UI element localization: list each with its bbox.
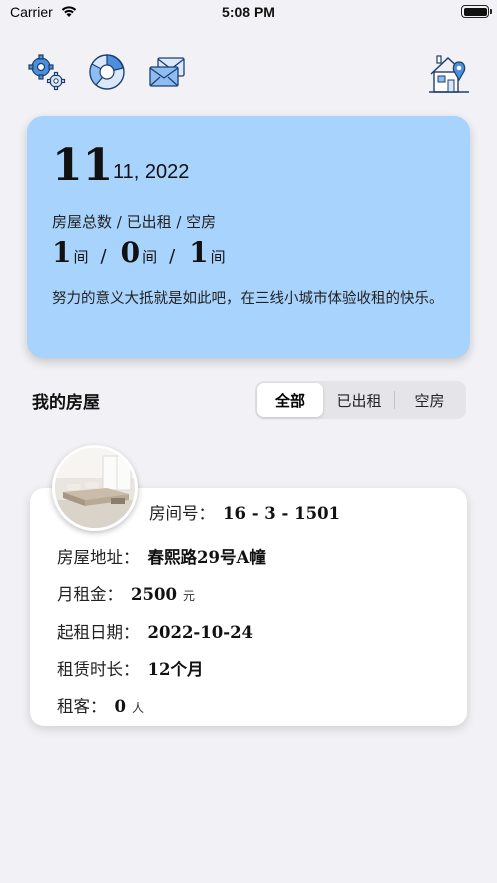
tenant-value: 0	[114, 697, 126, 716]
room-photo-image	[55, 448, 135, 528]
total-count: 1	[52, 236, 72, 269]
vacant-count: 1	[189, 236, 209, 269]
total-unit: 间	[73, 248, 89, 266]
start-date-row: 起租日期： 2022-10-24	[57, 619, 253, 643]
room-number-label: 房间号：	[149, 504, 215, 523]
duration-row: 租赁时长： 12个月	[57, 656, 203, 680]
rent-unit: 元	[182, 589, 195, 603]
tab-rented[interactable]: 已出租	[325, 383, 393, 417]
battery-icon	[461, 5, 492, 18]
rent-label: 月租金：	[57, 585, 123, 604]
clock: 5:08 PM	[222, 4, 275, 20]
duration-value: 12个月	[147, 660, 204, 679]
stats-separator: /	[100, 246, 107, 267]
settings-gears-icon[interactable]	[27, 52, 67, 92]
rented-unit: 间	[142, 248, 158, 266]
address-row: 房屋地址： 春熙路29号A幢	[57, 544, 266, 568]
rent-row: 月租金： 2500 元	[57, 581, 195, 605]
status-bar: Carrier 5:08 PM	[0, 0, 497, 26]
start-date-value: 2022-10-24	[147, 623, 254, 642]
stats-row: 1 间 / 0 间 / 1 间	[52, 236, 226, 269]
address-value: 春熙路29号A幢	[147, 548, 266, 567]
duration-label: 租赁时长：	[57, 660, 140, 679]
date-month-year: 11, 2022	[113, 161, 190, 183]
house-location-icon[interactable]	[428, 50, 470, 96]
rent-value: 2500	[131, 585, 177, 604]
date-day: 11	[52, 140, 114, 191]
section-title: 我的房屋	[32, 393, 100, 413]
house-photo[interactable]	[52, 445, 138, 531]
pie-chart-icon[interactable]	[87, 52, 127, 92]
filter-segmented-control: 全部 已出租 空房	[255, 381, 466, 419]
start-date-label: 起租日期：	[57, 623, 140, 642]
tab-vacant[interactable]: 空房	[395, 383, 464, 417]
address-label: 房屋地址：	[57, 548, 140, 567]
tenant-row: 租客： 0 人	[57, 693, 144, 717]
stats-label: 房屋总数 / 已出租 / 空房	[52, 213, 217, 231]
summary-card: 11 11, 2022 房屋总数 / 已出租 / 空房 1 间 / 0 间 / …	[27, 116, 470, 358]
rented-count: 0	[120, 236, 141, 269]
motto-text: 努力的意义大抵就是如此吧，在三线小城市体验收租的快乐。	[52, 291, 444, 307]
vacant-unit: 间	[210, 248, 226, 266]
envelope-icon[interactable]	[147, 52, 187, 92]
stats-separator: /	[169, 246, 176, 267]
tab-all[interactable]: 全部	[257, 383, 323, 417]
room-number-row: 房间号： 16 - 3 - 1501	[149, 500, 340, 524]
tenant-label: 租客：	[57, 697, 107, 716]
room-number-value: 16 - 3 - 1501	[223, 504, 341, 523]
tenant-unit: 人	[131, 701, 144, 715]
